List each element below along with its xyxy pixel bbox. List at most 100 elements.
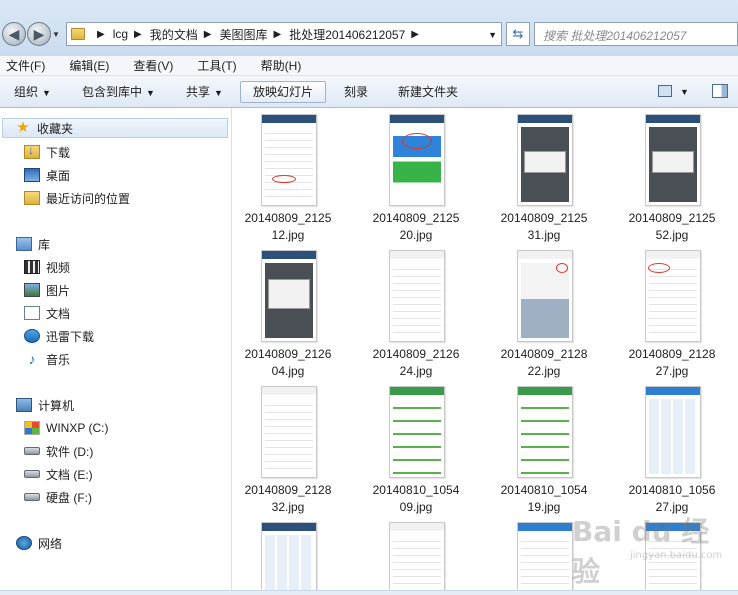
star-icon: ★: [16, 119, 30, 136]
file-thumbnail: [389, 250, 445, 342]
menu-view[interactable]: 查看(V): [133, 57, 173, 74]
organize-button[interactable]: 组织 ▼: [14, 82, 51, 102]
breadcrumb-batch-folder[interactable]: 批处理201406212057: [289, 26, 405, 43]
file-thumbnail: [389, 522, 445, 590]
file-item[interactable]: 20140809_2128 32.jpg: [233, 380, 343, 520]
new-folder-button[interactable]: 新建文件夹: [398, 82, 458, 102]
file-item[interactable]: 20140810_1054 19.jpg: [489, 380, 599, 520]
share-label: 共享: [186, 85, 211, 99]
forward-button[interactable]: ▶: [27, 22, 51, 46]
breadcrumb-lcg[interactable]: lcg: [113, 27, 128, 41]
file-item[interactable]: 20140809_2125 31.jpg: [489, 108, 599, 248]
sidebar-item-music[interactable]: ♪ 音乐: [24, 349, 71, 369]
file-name: 20140809_2125 52.jpg: [628, 211, 716, 242]
sidebar-item-label: 下载: [46, 145, 71, 160]
file-item[interactable]: 20140809_2128 22.jpg: [489, 244, 599, 384]
recent-places-icon: [24, 191, 40, 205]
sidebar-item-favorites[interactable]: ★ 收藏夹: [2, 118, 228, 138]
file-thumbnail: [261, 386, 317, 478]
chevron-right-icon[interactable]: ▶: [204, 29, 212, 40]
file-thumbnail: [261, 114, 317, 206]
sidebar-item-label: 音乐: [46, 352, 71, 367]
address-bar[interactable]: ▶ lcg ▶ 我的文档 ▶ 美图图库 ▶ 批处理201406212057 ▶ ▼: [66, 22, 502, 46]
sidebar-item-label: 收藏夹: [37, 121, 74, 136]
include-in-library-button[interactable]: 包含到库中 ▼: [82, 82, 155, 102]
sidebar-item-network[interactable]: 网络: [16, 533, 62, 553]
refresh-button[interactable]: ⇆: [506, 22, 530, 46]
file-name: 20140809_2128 27.jpg: [628, 347, 716, 378]
slideshow-button[interactable]: 放映幻灯片: [240, 81, 327, 103]
file-item[interactable]: 20140809_2125 12.jpg: [233, 108, 343, 248]
share-button[interactable]: 共享 ▼: [186, 82, 223, 102]
file-name: 20140809_2126 04.jpg: [244, 347, 332, 378]
music-note-icon: ♪: [28, 351, 36, 367]
sidebar-item-label: 库: [38, 237, 51, 252]
breadcrumb-meitu-gallery[interactable]: 美图图库: [219, 26, 267, 43]
search-input[interactable]: 搜索 批处理201406212057: [534, 22, 738, 46]
sidebar-item-videos[interactable]: 视频: [24, 257, 70, 277]
address-dropdown-icon[interactable]: ▼: [488, 30, 497, 40]
burn-button[interactable]: 刻录: [344, 82, 368, 102]
menu-file[interactable]: 文件(F): [6, 57, 45, 74]
file-name: 20140809_2126 24.jpg: [372, 347, 460, 378]
sidebar-item-drive-e[interactable]: 文档 (E:): [24, 464, 93, 484]
sidebar-item-label: 文档: [46, 306, 71, 321]
sidebar-item-label: 视频: [46, 260, 71, 275]
sidebar-item-drive-d[interactable]: 软件 (D:): [24, 441, 93, 461]
file-item[interactable]: 20140809_2128 27.jpg: [617, 244, 727, 384]
menu-bar: 文件(F) 编辑(E) 查看(V) 工具(T) 帮助(H): [0, 56, 738, 76]
view-dropdown-icon[interactable]: ▼: [680, 82, 689, 102]
sidebar-item-xunlei-downloads[interactable]: 迅雷下载: [24, 326, 94, 346]
chevron-down-icon: ▼: [42, 88, 51, 98]
baidu-jingyan-watermark: Bai du 经验 jingyan.baidu.com: [572, 510, 732, 588]
file-name: 20140809_2125 31.jpg: [500, 211, 588, 242]
file-item[interactable]: 20140809_2125 52.jpg: [617, 108, 727, 248]
file-item[interactable]: 20140810_1054 09.jpg: [361, 380, 471, 520]
sidebar-item-documents[interactable]: 文档: [24, 303, 70, 323]
network-icon: [16, 536, 32, 550]
file-item[interactable]: [233, 516, 343, 590]
file-name: 20140809_2125 20.jpg: [372, 211, 460, 242]
file-item[interactable]: 20140809_2126 24.jpg: [361, 244, 471, 384]
chevron-right-icon[interactable]: ▶: [411, 29, 419, 40]
sidebar-item-drive-c[interactable]: WINXP (C:): [24, 418, 108, 438]
sidebar-item-label: 计算机: [38, 398, 75, 413]
file-thumbnail: [517, 250, 573, 342]
chevron-right-icon[interactable]: ▶: [273, 29, 281, 40]
file-thumbnail: [645, 114, 701, 206]
file-thumbnail: [645, 250, 701, 342]
file-item[interactable]: 20140810_1056 27.jpg: [617, 380, 727, 520]
sidebar-item-label: 硬盘 (F:): [46, 490, 92, 505]
video-library-icon: [24, 260, 40, 274]
sidebar-item-pictures[interactable]: 图片: [24, 280, 70, 300]
file-thumbnail: [517, 114, 573, 206]
preview-pane-icon[interactable]: [712, 84, 728, 98]
view-options-icon[interactable]: [658, 85, 672, 97]
chevron-down-icon: ▼: [146, 88, 155, 98]
file-item[interactable]: [361, 516, 471, 590]
file-item[interactable]: 20140809_2125 20.jpg: [361, 108, 471, 248]
documents-library-icon: [24, 306, 40, 320]
sidebar-item-label: 图片: [46, 283, 71, 298]
sidebar-item-label: 软件 (D:): [46, 444, 94, 459]
sidebar-item-desktop[interactable]: 桌面: [24, 165, 70, 185]
history-dropdown-icon[interactable]: ▼: [52, 30, 60, 39]
libraries-icon: [16, 237, 32, 251]
xunlei-icon: [24, 329, 40, 343]
sidebar-item-drive-f[interactable]: 硬盘 (F:): [24, 487, 92, 507]
sidebar-item-downloads[interactable]: 下载: [24, 142, 70, 162]
sidebar-item-recent-places[interactable]: 最近访问的位置: [24, 188, 130, 208]
chevron-right-icon[interactable]: ▶: [134, 29, 142, 40]
file-item[interactable]: 20140809_2126 04.jpg: [233, 244, 343, 384]
address-row: ◀ ▶ ▼ ▶ lcg ▶ 我的文档 ▶ 美图图库 ▶ 批处理201406212057 ▶…: [0, 0, 738, 58]
menu-tools[interactable]: 工具(T): [197, 57, 236, 74]
menu-edit[interactable]: 编辑(E): [69, 57, 109, 74]
sidebar-item-computer[interactable]: 计算机: [16, 395, 74, 415]
menu-help[interactable]: 帮助(H): [261, 57, 302, 74]
sidebar-item-libraries[interactable]: 库: [16, 234, 50, 254]
chevron-right-icon[interactable]: ▶: [97, 29, 105, 40]
file-thumbnail: [261, 250, 317, 342]
back-button[interactable]: ◀: [2, 22, 26, 46]
sidebar-item-label: 迅雷下载: [46, 329, 95, 344]
breadcrumb-my-documents[interactable]: 我的文档: [150, 26, 198, 43]
